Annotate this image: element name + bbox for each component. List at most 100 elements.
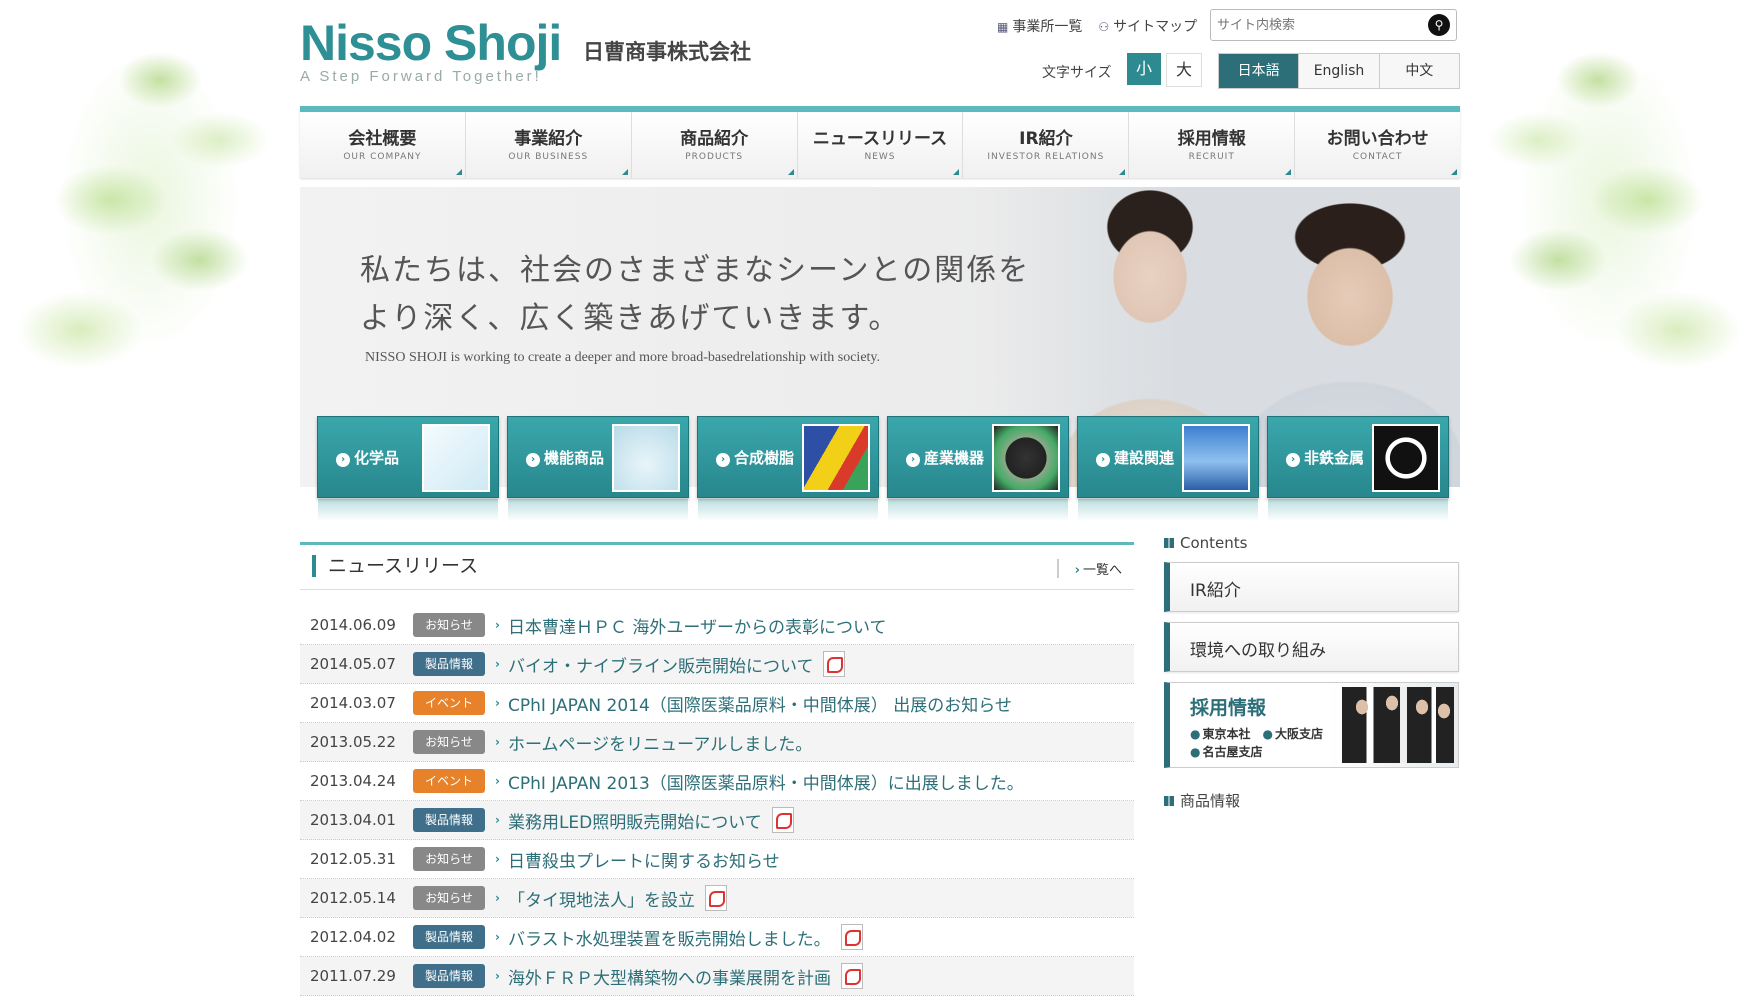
- arrow-icon: ›: [495, 774, 500, 788]
- news-link[interactable]: 「タイ現地法人」を設立: [508, 886, 695, 911]
- news-date: 2013.04.24: [310, 772, 396, 790]
- office-list-link[interactable]: ▦ 事業所一覧: [997, 16, 1082, 36]
- pdf-icon[interactable]: [823, 651, 846, 677]
- search-icon[interactable]: ⚲: [1428, 14, 1450, 36]
- sitemap-link[interactable]: ⚇ サイトマップ: [1098, 16, 1197, 36]
- lang-japanese-button[interactable]: 日本語: [1219, 54, 1300, 88]
- sidebar-ir-button[interactable]: IR紹介: [1164, 562, 1459, 612]
- news-date: 2014.06.09: [310, 616, 396, 634]
- news-link[interactable]: CPhI JAPAN 2014（国際医薬品原料・中間体展） 出展のお知らせ: [508, 691, 1012, 716]
- arrow-icon: ›: [495, 930, 500, 944]
- news-link[interactable]: CPhI JAPAN 2013（国際医薬品原料・中間体展）に出展しました。: [508, 769, 1024, 794]
- category-buttons: › 化学品 › 機能商品 › 合成樹脂 › 産業機器 › 建設関連 › 非鉄金属: [317, 416, 1449, 521]
- news-row: 2014.06.09 お知らせ › 日本曹達ＨＰＣ 海外ユーザーからの表彰について: [300, 606, 1134, 645]
- news-category-badge: 製品情報: [413, 652, 485, 676]
- contents-heading: Contents: [1164, 534, 1459, 552]
- news-link[interactable]: 海外ＦＲＰ大型構築物への事業展開を計画: [508, 964, 831, 989]
- global-nav: 会社概要 OUR COMPANY 事業紹介 OUR BUSINESS 商品紹介 PRO…: [300, 106, 1460, 178]
- news-date: 2014.05.07: [310, 655, 396, 673]
- hero-english-copy: NISSO SHOJI is working to create a deepe…: [365, 350, 881, 365]
- sidebar-recruit-banner[interactable]: 採用情報 東京本社大阪支店 名古屋支店: [1164, 682, 1459, 768]
- arrow-icon: ›: [1074, 563, 1080, 578]
- nav-recruit[interactable]: 採用情報 RECRUIT: [1129, 112, 1296, 178]
- sidebar: Contents IR紹介 環境への取り組み 採用情報 東京本社大阪支店 名古屋…: [1164, 534, 1459, 811]
- news-section: ニュースリリース › 一覧へ 2014.06.09 お知らせ › 日本曹達ＨＰＣ 海外ユ…: [300, 542, 1134, 996]
- news-date: 2013.04.01: [310, 811, 396, 829]
- news-category-badge: お知らせ: [413, 730, 485, 754]
- news-date: 2011.07.29: [310, 967, 396, 985]
- nav-contact[interactable]: お問い合わせ CONTACT: [1295, 112, 1460, 178]
- arrow-icon: ›: [1096, 453, 1110, 467]
- site-logo[interactable]: Nisso Shoji A Step Forward Together!: [300, 14, 562, 85]
- news-link[interactable]: ホームページをリニューアルしました。: [508, 730, 812, 755]
- font-size-label: 文字サイズ: [1042, 65, 1112, 81]
- lang-english-button[interactable]: English: [1299, 54, 1380, 88]
- news-row: 2012.04.02 製品情報 › バラスト水処理装置を販売開始しました。: [300, 918, 1134, 957]
- arrow-icon: ›: [336, 453, 350, 467]
- news-date: 2012.05.31: [310, 850, 396, 868]
- font-size-small-button[interactable]: 小: [1127, 53, 1161, 85]
- company-name: 日曹商事株式会社: [583, 40, 751, 64]
- news-category-badge: イベント: [413, 691, 485, 715]
- news-link[interactable]: 日曹殺虫プレートに関するお知らせ: [508, 847, 780, 872]
- utility-links: ▦ 事業所一覧 ⚇ サイトマップ: [997, 16, 1197, 36]
- hero-headline: 私たちは、社会のさまざまなシーンとの関係を より深く、広く築きあげていきます。: [360, 253, 1031, 336]
- pdf-icon[interactable]: [840, 924, 863, 950]
- font-size-large-button[interactable]: 大: [1166, 53, 1202, 87]
- news-header: ニュースリリース › 一覧へ: [300, 542, 1134, 590]
- category-resin[interactable]: › 合成樹脂: [697, 416, 879, 521]
- category-construction[interactable]: › 建設関連: [1077, 416, 1259, 521]
- search-input[interactable]: [1211, 10, 1409, 40]
- news-date: 2012.05.14: [310, 889, 396, 907]
- foliage-decoration-right: [1458, 0, 1758, 460]
- category-industrial[interactable]: › 産業機器: [887, 416, 1069, 521]
- sidebar-environment-button[interactable]: 環境への取り組み: [1164, 622, 1459, 672]
- pdf-icon[interactable]: [840, 963, 863, 989]
- news-row: 2014.03.07 イベント › CPhI JAPAN 2014（国際医薬品原料・中…: [300, 684, 1134, 723]
- news-category-badge: お知らせ: [413, 613, 485, 637]
- nav-ir[interactable]: IR紹介 INVESTOR RELATIONS: [963, 112, 1130, 178]
- nav-products[interactable]: 商品紹介 PRODUCTS: [632, 112, 798, 178]
- category-functional[interactable]: › 機能商品: [507, 416, 689, 521]
- building-thumbnail: [1182, 424, 1250, 492]
- chip-thumbnail: [992, 424, 1060, 492]
- foliage-decoration-left: [0, 0, 300, 460]
- pdf-icon[interactable]: [771, 807, 794, 833]
- nav-news[interactable]: ニュースリリース NEWS: [798, 112, 964, 178]
- language-switcher: 日本語 English 中文: [1218, 53, 1460, 89]
- nav-company[interactable]: 会社概要 OUR COMPANY: [300, 112, 466, 178]
- arrow-icon: ›: [495, 891, 500, 905]
- news-date: 2014.03.07: [310, 694, 396, 712]
- news-category-badge: 製品情報: [413, 925, 485, 949]
- category-nonferrous[interactable]: › 非鉄金属: [1267, 416, 1449, 521]
- grid-icon: [1164, 538, 1174, 548]
- news-link[interactable]: 業務用LED照明販売開始について: [508, 808, 762, 833]
- news-link[interactable]: 日本曹達ＨＰＣ 海外ユーザーからの表彰について: [508, 613, 887, 638]
- office-nagoya[interactable]: 名古屋支店: [1190, 745, 1263, 759]
- news-link[interactable]: バラスト水処理装置を販売開始しました。: [508, 925, 831, 950]
- products-heading: 商品情報: [1164, 790, 1459, 811]
- category-chemicals[interactable]: › 化学品: [317, 416, 499, 521]
- office-osaka[interactable]: 大阪支店: [1263, 727, 1324, 741]
- resin-thumbnail: [802, 424, 870, 492]
- news-more-link[interactable]: › 一覧へ: [1056, 559, 1122, 578]
- flask-thumbnail: [422, 424, 490, 492]
- nav-business[interactable]: 事業紹介 OUR BUSINESS: [466, 112, 632, 178]
- news-category-badge: 製品情報: [413, 964, 485, 988]
- arrow-icon: ›: [495, 657, 500, 671]
- arrow-icon: ›: [526, 453, 540, 467]
- recruit-photo: [1342, 687, 1454, 763]
- arrow-icon: ›: [495, 969, 500, 983]
- grid-icon: [1164, 795, 1174, 806]
- news-row: 2011.07.29 製品情報 › 海外ＦＲＰ大型構築物への事業展開を計画: [300, 957, 1134, 996]
- news-row: 2013.05.22 お知らせ › ホームページをリニューアルしました。: [300, 723, 1134, 762]
- news-row: 2013.04.01 製品情報 › 業務用LED照明販売開始について: [300, 801, 1134, 840]
- lang-chinese-button[interactable]: 中文: [1380, 54, 1459, 88]
- news-link[interactable]: バイオ・ナイブライン販売開始について: [508, 652, 814, 677]
- office-tokyo[interactable]: 東京本社: [1190, 727, 1251, 741]
- recruit-title: 採用情報: [1190, 697, 1267, 719]
- sitemap-icon: ⚇: [1098, 20, 1110, 34]
- site-search: ⚲: [1210, 9, 1457, 41]
- arrow-icon: ›: [495, 813, 500, 827]
- pdf-icon[interactable]: [704, 885, 727, 911]
